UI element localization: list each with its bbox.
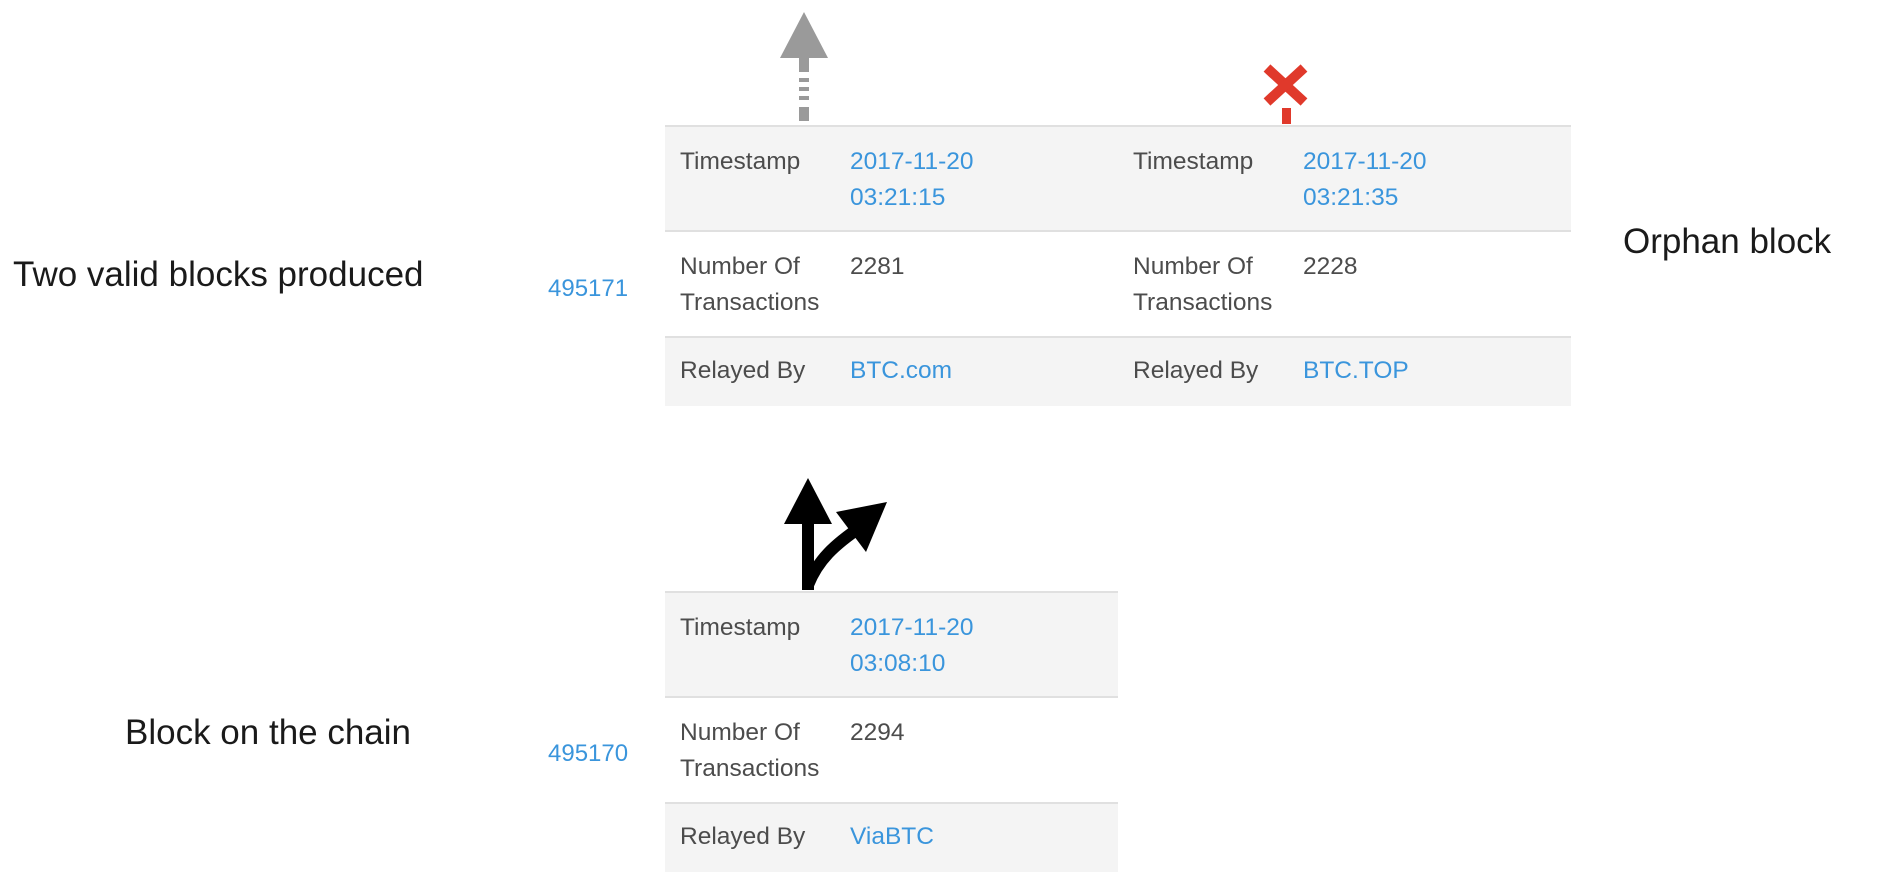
transactions-label: Number Of Transactions [665, 249, 850, 336]
transactions-label-line1: Number Of [680, 253, 800, 280]
timestamp-row: Timestamp 2017-11-20 03:21:15 Timestamp … [665, 125, 1571, 230]
red-x-icon [1263, 64, 1308, 124]
timestamp-value-left[interactable]: 2017-11-20 03:21:15 [850, 144, 1118, 230]
block-height-upper[interactable]: 495171 [548, 277, 628, 301]
transactions-count: 2294 [850, 719, 905, 746]
transactions-count-left: 2281 [850, 253, 905, 280]
relayed-label: Relayed By [680, 823, 806, 850]
caption-orphan-block: Orphan block [1623, 222, 1832, 261]
relayed-row: Relayed By BTC.com Relayed By BTC.TOP [665, 336, 1571, 406]
transactions-label: Number Of Transactions [1118, 249, 1303, 336]
transactions-label-line2: Transactions [1133, 289, 1273, 316]
transactions-count-right: 2228 [1303, 253, 1358, 280]
timestamp-date: 2017-11-20 [850, 148, 974, 175]
timestamp-label: Timestamp [680, 614, 801, 641]
upper-block-card: Timestamp 2017-11-20 03:21:15 Timestamp … [665, 125, 1571, 406]
relayed-by-right[interactable]: BTC.TOP [1303, 353, 1571, 406]
timestamp-value[interactable]: 2017-11-20 03:08:10 [850, 610, 1118, 696]
timestamp-label: Timestamp [680, 148, 801, 175]
timestamp-value-right[interactable]: 2017-11-20 03:21:35 [1303, 144, 1571, 230]
relayed-row: Relayed By ViaBTC [665, 802, 1118, 872]
timestamp-date: 2017-11-20 [850, 614, 974, 641]
block-height-lower[interactable]: 495170 [548, 742, 628, 766]
timestamp-time: 03:08:10 [850, 650, 946, 677]
transactions-row: Number Of Transactions 2281 Number Of Tr… [665, 230, 1571, 336]
transactions-label-line2: Transactions [680, 289, 820, 316]
timestamp-row: Timestamp 2017-11-20 03:08:10 [665, 591, 1118, 696]
transactions-label: Number Of Transactions [665, 715, 850, 802]
timestamp-time: 03:21:35 [1303, 184, 1399, 211]
relayed-by[interactable]: ViaBTC [850, 819, 1118, 872]
relayed-label: Relayed By [680, 357, 806, 384]
timestamp-date: 2017-11-20 [1303, 148, 1427, 175]
dashed-up-arrow-icon [780, 12, 828, 121]
timestamp-label: Timestamp [1133, 148, 1254, 175]
transactions-label-line1: Number Of [680, 719, 800, 746]
lower-block-card: Timestamp 2017-11-20 03:08:10 Number Of … [665, 591, 1118, 872]
transactions-label-line1: Number Of [1133, 253, 1253, 280]
transactions-row: Number Of Transactions 2294 [665, 696, 1118, 802]
relayed-by-left[interactable]: BTC.com [850, 353, 1118, 406]
relayed-label: Relayed By [1133, 357, 1259, 384]
transactions-label-line2: Transactions [680, 755, 820, 782]
caption-block-on-chain: Block on the chain [125, 713, 412, 752]
timestamp-time: 03:21:15 [850, 184, 946, 211]
caption-two-valid-blocks: Two valid blocks produced [13, 255, 424, 294]
fork-arrow-icon [784, 478, 887, 590]
